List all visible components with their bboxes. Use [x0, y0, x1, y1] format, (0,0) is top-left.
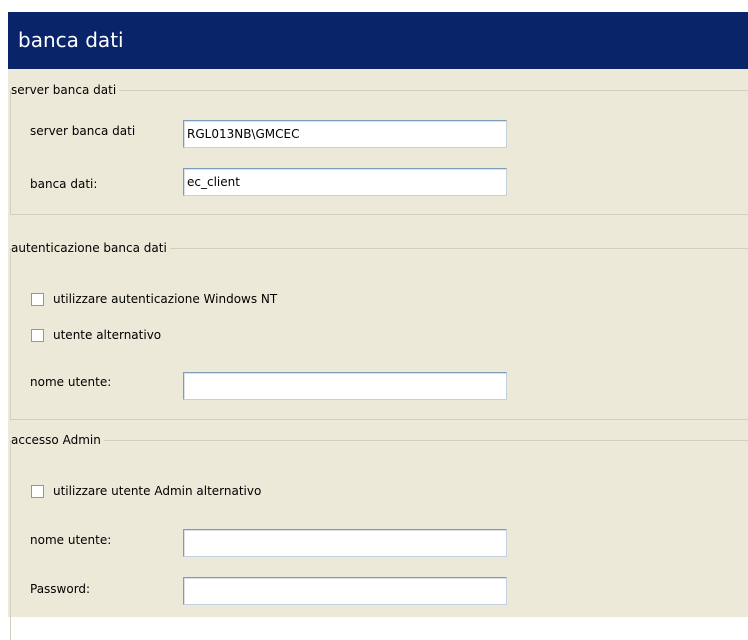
auth-section-legend: autenticazione banca dati	[11, 241, 170, 256]
windows-nt-auth-checkbox[interactable]	[31, 293, 44, 306]
settings-panel: banca dati server banca dati server banc…	[8, 12, 748, 640]
database-input[interactable]	[183, 168, 507, 196]
admin-username-input[interactable]	[183, 529, 507, 557]
alt-user-label[interactable]: utente alternativo	[53, 328, 161, 343]
database-label: banca dati:	[30, 177, 98, 191]
alt-admin-label[interactable]: utilizzare utente Admin alternativo	[53, 484, 261, 499]
windows-nt-auth-label[interactable]: utilizzare autenticazione Windows NT	[53, 292, 277, 307]
auth-username-input[interactable]	[183, 372, 507, 400]
server-input[interactable]	[183, 120, 507, 148]
admin-password-label: Password:	[30, 582, 91, 596]
page-title: banca dati	[18, 28, 124, 52]
auth-username-label: nome utente:	[30, 375, 112, 389]
alt-user-checkbox[interactable]	[31, 329, 44, 342]
server-section-legend: server banca dati	[11, 83, 120, 98]
header-bar: banca dati	[8, 12, 748, 69]
admin-section-legend: accesso Admin	[11, 433, 104, 448]
admin-username-label: nome utente:	[30, 533, 112, 547]
auth-section: autenticazione banca dati utilizzare aut…	[10, 241, 748, 420]
admin-section: accesso Admin utilizzare utente Admin al…	[10, 433, 748, 640]
server-label: server banca dati	[30, 124, 136, 138]
admin-password-input[interactable]	[183, 577, 507, 605]
server-section: server banca dati server banca dati banc…	[10, 83, 748, 215]
alt-admin-checkbox[interactable]	[31, 485, 44, 498]
